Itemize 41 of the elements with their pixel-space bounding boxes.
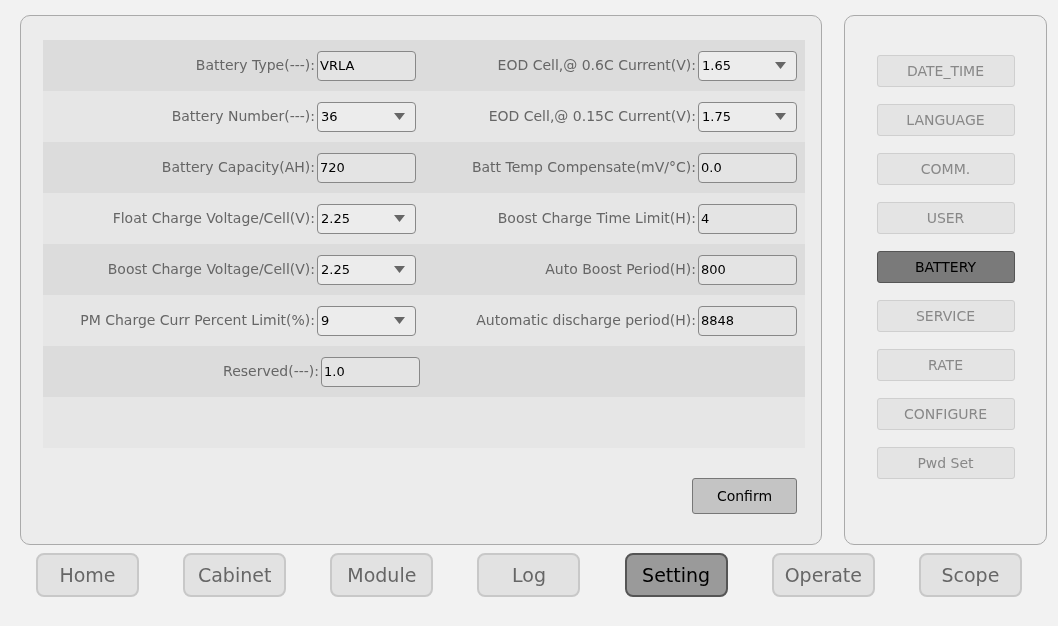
- field-label: PM Charge Curr Percent Limit(%):: [80, 311, 315, 330]
- input-field[interactable]: 8848: [698, 305, 797, 336]
- field-label: Battery Number(---):: [171, 107, 315, 126]
- field-label: Batt Temp Compensate(mV/°C):: [471, 158, 696, 177]
- input-field[interactable]: 1.0: [321, 356, 420, 387]
- field-label: Auto Boost Period(H):: [545, 260, 696, 279]
- input-field[interactable]: VRLA: [317, 50, 416, 81]
- nav-tab[interactable]: Operate: [771, 553, 875, 597]
- dropdown-field[interactable]: 9: [317, 305, 416, 336]
- field-label: Battery Capacity(AH):: [161, 158, 315, 177]
- input-field[interactable]: 720: [317, 152, 416, 183]
- nav-tab[interactable]: Setting: [624, 553, 728, 597]
- nav-tab[interactable]: Scope: [918, 553, 1022, 597]
- field-label: EOD Cell,@ 0.6C Current(V):: [497, 56, 696, 75]
- field-label: Battery Type(---):: [195, 56, 315, 75]
- nav-tab[interactable]: Log: [477, 553, 581, 597]
- field-label: Reserved(---):: [223, 362, 319, 381]
- caret-icon: [394, 215, 405, 222]
- field-label: Boost Charge Time Limit(H):: [497, 209, 696, 228]
- menu-button[interactable]: BATTERY: [876, 251, 1015, 283]
- field-label: Automatic discharge period(H):: [476, 311, 696, 330]
- dropdown-field[interactable]: 2.25: [317, 254, 416, 285]
- field-label: Float Charge Voltage/Cell(V):: [112, 209, 315, 228]
- caret-icon: [775, 62, 786, 69]
- nav-tab[interactable]: Cabinet: [183, 553, 287, 597]
- dropdown-field[interactable]: 36: [317, 101, 416, 132]
- caret-icon: [775, 113, 786, 120]
- field-label: Boost Charge Voltage/Cell(V):: [107, 260, 315, 279]
- input-field[interactable]: 0.0: [698, 152, 797, 183]
- field-label: EOD Cell,@ 0.15C Current(V):: [488, 107, 696, 126]
- nav-tab[interactable]: Home: [36, 553, 139, 597]
- dropdown-field[interactable]: 1.65: [698, 50, 797, 81]
- input-field[interactable]: 4: [698, 203, 797, 234]
- caret-icon: [394, 113, 405, 120]
- confirm-button[interactable]: Confirm: [692, 478, 797, 514]
- caret-icon: [394, 317, 405, 324]
- nav-tab[interactable]: Module: [330, 553, 434, 597]
- input-field[interactable]: 800: [698, 254, 797, 285]
- dropdown-field[interactable]: 2.25: [317, 203, 416, 234]
- caret-icon: [394, 266, 405, 273]
- dropdown-field[interactable]: 1.75: [698, 101, 797, 132]
